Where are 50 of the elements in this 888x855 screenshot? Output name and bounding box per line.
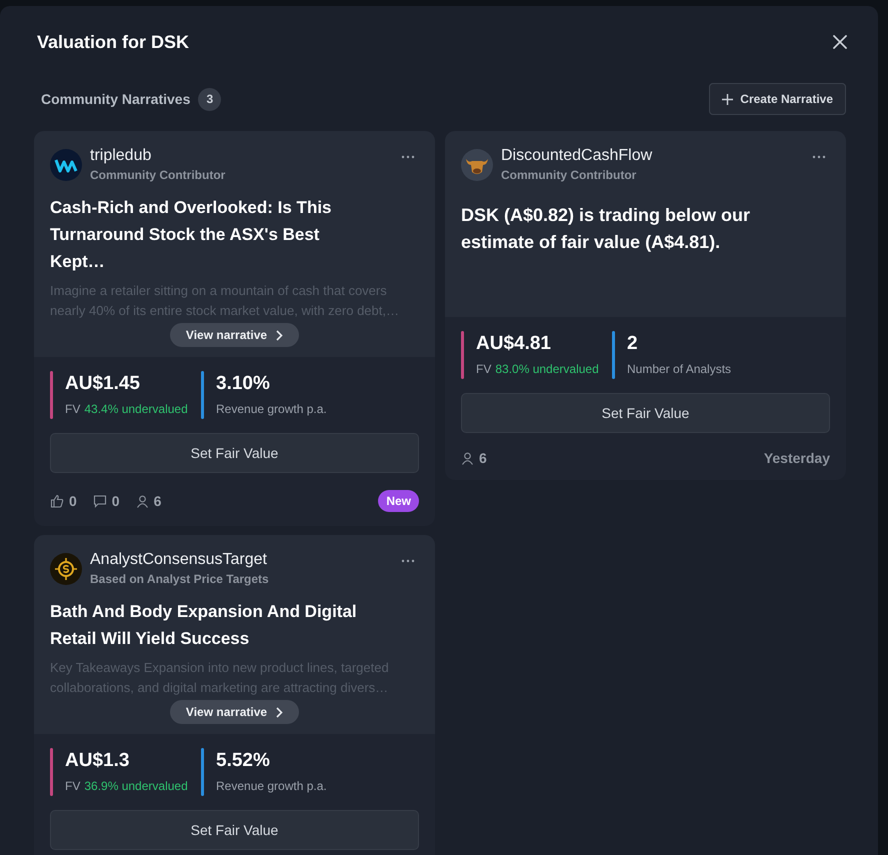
avatar-icon (50, 552, 82, 584)
metric-value: 2 (627, 333, 639, 355)
person-icon (136, 494, 149, 508)
thumbs-up-icon[interactable] (50, 494, 64, 508)
metric-label: FV 36.9% undervalued (65, 779, 188, 793)
chevron-icon (276, 330, 284, 340)
more-icon (401, 155, 415, 159)
comment-icon[interactable] (92, 494, 107, 508)
author-name[interactable]: tripledub (90, 147, 389, 165)
modal-title: Valuation for DSK (37, 32, 190, 52)
author-role: Community Contributor (501, 168, 638, 182)
author-name[interactable]: AnalystConsensusTarget (90, 551, 389, 569)
chevron-icon (276, 706, 284, 718)
more-icon (812, 155, 826, 159)
follower-count: 6 (154, 493, 162, 509)
narrative-title[interactable]: Bath And Body Expansion And Digital Retail Will Yield Success (50, 598, 376, 652)
like-count: 0 (69, 493, 77, 509)
metric-label: Number of Analysts (627, 362, 732, 376)
avatar-icon (461, 148, 493, 180)
section-title: Community Narratives (41, 91, 190, 107)
set-fair-value-button[interactable]: Set Fair Value (50, 810, 419, 850)
follower-count: 6 (479, 450, 487, 466)
comment-count: 0 (112, 493, 120, 509)
date-text: Yesterday (764, 450, 830, 466)
close-icon (833, 35, 847, 49)
metric-value: AU$1.45 (65, 373, 141, 395)
author-role: Community Contributor (90, 168, 226, 182)
metric-label: Revenue growth p.a. (216, 779, 327, 793)
metric-label: FV 43.4% undervalued (65, 402, 188, 416)
avatar-icon (50, 148, 82, 180)
author-role: Based on Analyst Price Targets (90, 572, 270, 586)
view-narrative-button[interactable]: View narrative (170, 700, 300, 724)
metric-value: AU$1.3 (65, 750, 130, 772)
metric-value: AU$4.81 (476, 333, 552, 355)
metric-label: FV 83.0% undervalued (476, 362, 599, 376)
set-fair-value-button[interactable]: Set Fair Value (50, 433, 419, 473)
more-icon (401, 559, 415, 563)
author-name[interactable]: DiscountedCashFlow (501, 147, 800, 165)
narrative-title[interactable]: DSK (A$0.82) is trading below our estimate of fair value (A$4.81). (461, 202, 830, 256)
plus-icon (722, 94, 734, 104)
view-narrative-button[interactable]: View narrative (170, 323, 300, 347)
narrative-title[interactable]: Cash-Rich and Overlooked: Is This Turnaround Stock the ASX's Best Kept… (50, 194, 376, 275)
create-narrative-button[interactable]: Create Narrative (709, 83, 846, 115)
metric-value: 3.10% (216, 373, 271, 395)
count-badge: 3 (198, 88, 222, 110)
set-fair-value-button[interactable]: Set Fair Value (461, 393, 830, 433)
metric-value: 5.52% (216, 750, 271, 772)
new-badge: New (378, 490, 419, 512)
person-icon (461, 452, 474, 464)
metric-label: Revenue growth p.a. (216, 402, 327, 416)
